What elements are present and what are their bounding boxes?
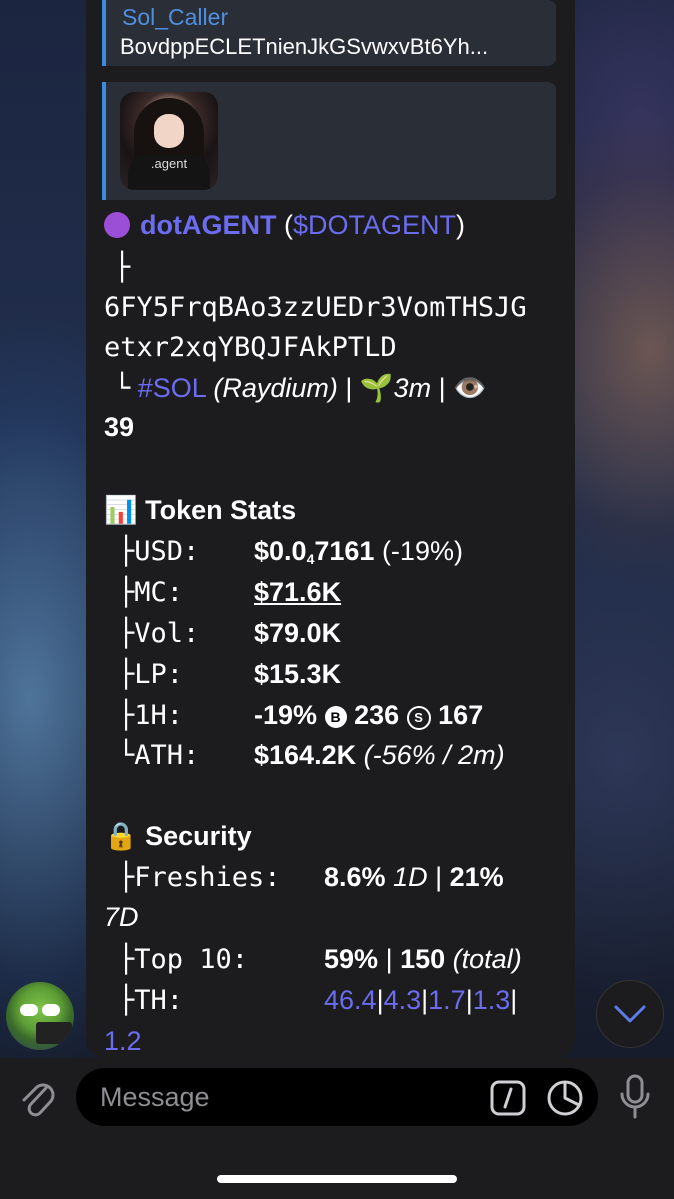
stats-row-1h: ├1H: — [118, 700, 184, 731]
stats-row-mc: ├MC: — [118, 577, 184, 608]
token-image[interactable]: .agent — [120, 92, 218, 190]
top-holders-values: 46.4|4.3|1.7|1.3| — [324, 985, 518, 1015]
microphone-icon[interactable] — [618, 1074, 652, 1120]
purple-circle-icon — [104, 212, 130, 238]
security-row-top10: ├Top 10: — [118, 944, 249, 975]
message-input[interactable]: Message — [76, 1068, 598, 1126]
token-meta: └ #SOL (Raydium) | 🌱3m | 👁️ — [114, 373, 487, 404]
contract-address-line1[interactable]: 6FY5FrqBAo3zzUEDr3VomTHSJG — [104, 292, 527, 323]
price-value: $0.047161 (-19%) — [254, 536, 463, 567]
stats-row-vol: ├Vol: — [118, 618, 200, 649]
chevron-down-icon — [614, 1005, 646, 1023]
sells-icon: S — [406, 705, 431, 730]
buy-count: 236 — [354, 700, 400, 730]
message-placeholder: Message — [100, 1082, 210, 1112]
sender-avatar[interactable] — [6, 982, 74, 1050]
view-count: 39 — [104, 412, 135, 442]
sell-count: 167 — [438, 700, 484, 730]
token-title: dotAGENT ($DOTAGENT) — [104, 210, 465, 241]
top10-value: 59% | 150 (total) — [324, 944, 522, 974]
holder-link[interactable]: 46.4 — [324, 985, 377, 1015]
bar-chart-icon: 📊 — [104, 495, 138, 525]
hourly-change: -19% B 236 S 167 — [254, 700, 484, 730]
stats-row-usd: ├USD: — [118, 536, 200, 567]
command-icon[interactable] — [490, 1080, 526, 1116]
tree-branch: ├ — [114, 252, 131, 283]
link-preview[interactable]: .agent — [102, 82, 556, 200]
reply-snippet: BovdppECLETnienJkGSvwxvBt6Yh... — [120, 34, 489, 59]
dex-name: (Raydium) — [213, 373, 338, 403]
security-row-freshies: ├Freshies: — [118, 862, 281, 893]
shirt-text: .agent — [150, 156, 188, 171]
volume-value: $79.0K — [254, 618, 342, 648]
ticker-link[interactable]: $DOTAGENT — [293, 210, 456, 240]
holder-link[interactable]: 1.7 — [428, 985, 466, 1015]
buys-icon: B — [324, 706, 347, 728]
home-indicator[interactable] — [217, 1175, 457, 1183]
contract-address-line2[interactable]: etxr2xqYBQJFAkPTLD — [104, 332, 397, 363]
seedling-icon: 🌱 — [359, 373, 394, 403]
token-stats-header: 📊 Token Stats — [104, 495, 297, 525]
holder-link[interactable]: 1.3 — [473, 985, 511, 1015]
security-header: 🔒 Security — [104, 821, 252, 851]
stats-row-lp: ├LP: — [118, 659, 184, 690]
token-name-link[interactable]: dotAGENT — [140, 210, 276, 240]
security-row-th: ├TH: — [118, 985, 184, 1016]
liquidity-value: $15.3K — [254, 659, 342, 689]
market-cap-link[interactable]: $71.6K — [254, 577, 341, 608]
stats-row-ath: └ATH: — [118, 740, 200, 771]
eye-icon: 👁️ — [453, 373, 487, 403]
sticker-icon[interactable] — [546, 1079, 584, 1117]
holder-link[interactable]: 4.3 — [384, 985, 422, 1015]
ath-value: $164.2K (-56% / 2m) — [254, 740, 505, 770]
holder-link[interactable]: 1.2 — [104, 1026, 142, 1057]
chain-hashtag[interactable]: #SOL — [138, 373, 206, 403]
lock-icon: 🔒 — [104, 821, 138, 851]
reply-quote[interactable]: Sol_Caller BovdppECLETnienJkGSvwxvBt6Yh.… — [102, 0, 556, 66]
paperclip-icon[interactable] — [18, 1076, 58, 1120]
reply-author: Sol_Caller — [122, 4, 229, 30]
freshies-unit-wrap: 7D — [104, 902, 139, 932]
scroll-down-button[interactable] — [596, 980, 664, 1048]
token-age: 3m — [393, 373, 432, 403]
freshies-value: 8.6% 1D | 21% — [324, 862, 504, 892]
